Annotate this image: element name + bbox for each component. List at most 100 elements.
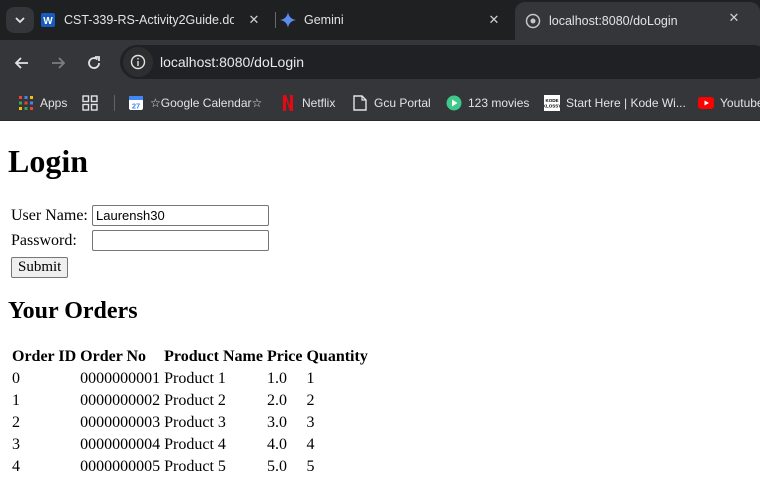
- table-cell: 2: [306, 392, 315, 409]
- table-header-row: Order ID Order No Product Name Price Qua…: [11, 347, 369, 367]
- bookmark-divider: [114, 95, 115, 111]
- column-header: Order ID: [12, 348, 77, 365]
- table-cell: 2.0: [266, 392, 287, 409]
- table-row: 4 0000000005 Product 5 5.0 5: [11, 457, 369, 477]
- globe-icon: [525, 13, 541, 29]
- site-info-icon[interactable]: [123, 47, 153, 77]
- bookmarks-bar: Apps 27 ☆Google Calendar☆ Netflix Gcu Po…: [0, 85, 760, 121]
- apps-grid-icon: [18, 95, 34, 111]
- arrow-right-icon: [52, 57, 66, 69]
- table-cell: Product 3: [164, 414, 226, 431]
- netflix-icon: [280, 95, 296, 111]
- table-cell: 4: [306, 436, 315, 453]
- bookmark-gcu-portal[interactable]: Gcu Portal: [352, 93, 431, 113]
- table-cell: 4: [12, 458, 20, 475]
- login-form: User Name: Password: Submit: [11, 203, 269, 278]
- column-header: Price: [266, 348, 303, 365]
- table-cell: 0000000002: [80, 392, 161, 409]
- table-cell: Product 4: [164, 436, 226, 453]
- table-cell: 3: [306, 414, 315, 431]
- password-label: Password:: [11, 231, 77, 249]
- column-header: Order No: [80, 348, 147, 365]
- svg-text:27: 27: [132, 102, 140, 111]
- username-row: User Name:: [11, 203, 269, 228]
- table-cell: 1: [12, 392, 20, 409]
- tab-strip: W CST-339-RS-Activity2Guide.doc ✕ Gemini…: [0, 0, 760, 40]
- bookmark-netflix[interactable]: Netflix: [280, 93, 335, 113]
- table-cell: 5.0: [266, 458, 287, 475]
- page-icon: [352, 95, 368, 111]
- tab-title: localhost:8080/doLogin: [549, 14, 678, 28]
- table-cell: 5: [306, 458, 315, 475]
- svg-text:KODE: KODE: [545, 98, 558, 103]
- table-row: 0 0000000001 Product 1 1.0 1: [11, 369, 369, 389]
- tab-title: CST-339-RS-Activity2Guide.doc: [64, 13, 234, 27]
- table-cell: Product 1: [164, 370, 226, 387]
- orders-table: Order ID Order No Product Name Price Qua…: [9, 345, 371, 479]
- bookmark-label: Gcu Portal: [374, 96, 431, 110]
- password-row: Password:: [11, 228, 269, 253]
- youtube-icon: [698, 95, 714, 111]
- calendar-icon: 27: [128, 95, 144, 111]
- bookmark-label: ☆Google Calendar☆: [150, 96, 263, 110]
- forward-button[interactable]: [45, 50, 71, 76]
- reload-icon: [88, 56, 100, 69]
- bookmark-label: Netflix: [302, 96, 336, 110]
- tab-divider: [275, 12, 276, 28]
- kode-icon: KODE KLOSSY: [544, 95, 560, 111]
- tab-gemini[interactable]: Gemini ✕: [280, 4, 512, 36]
- table-cell: 0000000004: [80, 436, 161, 453]
- svg-text:KLOSSY: KLOSSY: [544, 104, 560, 109]
- bookmark-youtube[interactable]: Youtube: [698, 93, 760, 113]
- submit-button[interactable]: Submit: [11, 257, 69, 278]
- close-icon[interactable]: ✕: [486, 12, 502, 28]
- username-label: User Name:: [11, 206, 88, 224]
- table-cell: 0000000001: [80, 370, 161, 387]
- password-field[interactable]: [92, 230, 269, 251]
- bookmark-label: Apps: [40, 96, 68, 110]
- back-button[interactable]: [9, 50, 35, 76]
- bookmark-label: 123 movies: [468, 96, 530, 110]
- play-icon: [446, 95, 462, 111]
- column-header: Quantity: [306, 348, 368, 365]
- tab-title: Gemini: [304, 13, 344, 27]
- close-icon[interactable]: ✕: [726, 10, 742, 26]
- address-bar[interactable]: localhost:8080/doLogin: [120, 45, 760, 79]
- table-cell: Product 2: [164, 392, 226, 409]
- table-cell: 1: [306, 370, 315, 387]
- tab-search-button[interactable]: [6, 7, 34, 33]
- username-field[interactable]: [92, 205, 269, 226]
- bookmark-google-calendar[interactable]: 27 ☆Google Calendar☆: [128, 93, 262, 113]
- table-cell: 0000000005: [80, 458, 161, 475]
- bookmark-123-movies[interactable]: 123 movies: [446, 93, 529, 113]
- word-icon: W: [40, 12, 56, 28]
- bookmark-label: Youtube: [720, 96, 760, 110]
- tab-word-doc[interactable]: W CST-339-RS-Activity2Guide.doc ✕: [40, 4, 272, 36]
- gemini-icon: [280, 12, 296, 28]
- bookmark-kode-with-klossy[interactable]: KODE KLOSSY Start Here | Kode Wi...: [544, 93, 686, 113]
- table-cell: 0000000003: [80, 414, 161, 431]
- tab-groups-button[interactable]: [82, 93, 104, 113]
- page-content: Login User Name: Password: Submit Your O…: [0, 121, 760, 498]
- address-url[interactable]: localhost:8080/doLogin: [160, 54, 304, 70]
- bookmark-apps[interactable]: Apps: [18, 93, 67, 113]
- chevron-down-icon: [15, 17, 25, 24]
- table-cell: Product 5: [164, 458, 226, 475]
- column-header: Product Name: [164, 348, 263, 365]
- reload-button[interactable]: [81, 50, 107, 76]
- table-row: 2 0000000003 Product 3 3.0 3: [11, 413, 369, 433]
- table-cell: 1.0: [266, 370, 287, 387]
- table-row: 1 0000000002 Product 2 2.0 2: [11, 391, 369, 411]
- table-cell: 3.0: [266, 414, 287, 431]
- table-row: 3 0000000004 Product 4 4.0 4: [11, 435, 369, 455]
- table-cell: 3: [12, 436, 20, 453]
- table-cell: 4.0: [266, 436, 287, 453]
- close-icon[interactable]: ✕: [246, 12, 262, 28]
- arrow-left-icon: [14, 57, 28, 69]
- svg-text:W: W: [43, 16, 53, 27]
- page-title: Login: [8, 143, 89, 179]
- bookmark-label: Start Here | Kode Wi...: [566, 96, 686, 110]
- tab-groups-icon: [82, 95, 98, 111]
- tab-localhost[interactable]: localhost:8080/doLogin ✕: [515, 2, 760, 40]
- table-cell: 0: [12, 370, 20, 387]
